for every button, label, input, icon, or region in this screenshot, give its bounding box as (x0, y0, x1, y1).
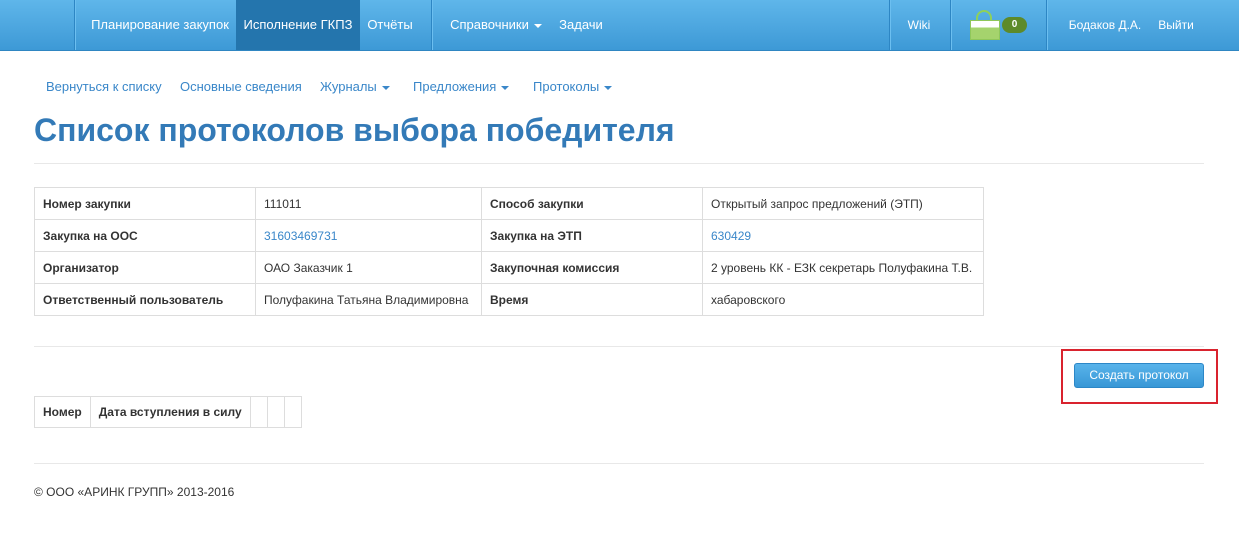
nav-divider (74, 0, 75, 50)
main-info-link[interactable]: Основные сведения (180, 79, 302, 94)
back-to-list-link[interactable]: Вернуться к списку (46, 79, 162, 94)
column-empty (283, 396, 302, 428)
chevron-down-icon (533, 23, 542, 28)
value-commission: 2 уровень КК - ЕЗК секретарь Полуфакина … (702, 251, 984, 284)
column-empty (266, 396, 285, 428)
basket-icon[interactable] (968, 10, 1002, 40)
label-etp-purchase: Закупка на ЭТП (481, 219, 703, 252)
label-organizer: Организатор (34, 251, 256, 284)
journals-label: Журналы (320, 79, 377, 94)
table-row: Организатор ОАО Заказчик 1 Закупочная ко… (34, 251, 984, 284)
basket-body (970, 20, 1000, 40)
footer-copyright: © ООО «АРИНК ГРУПП» 2013-2016 (34, 485, 235, 499)
protocols-label: Протоколы (533, 79, 600, 94)
offers-menu[interactable]: Предложения (413, 79, 510, 94)
column-empty (249, 396, 268, 428)
label-commission: Закупочная комиссия (481, 251, 703, 284)
value-purchase-method: Открытый запрос предложений (ЭТП) (702, 187, 984, 220)
value-purchase-number: 111011 (255, 187, 482, 220)
table-row: Номер закупки 111011 Способ закупки Откр… (34, 187, 984, 220)
nav-user[interactable]: Бодаков Д.А. (1058, 0, 1152, 50)
table-row: Закупка на ООС 31603469731 Закупка на ЭТ… (34, 219, 984, 252)
etp-purchase-link[interactable]: 630429 (711, 229, 751, 243)
footer-divider (34, 463, 1204, 464)
nav-divider (950, 0, 951, 50)
value-oos-purchase: 31603469731 (255, 219, 482, 252)
nav-divider (1046, 0, 1047, 50)
nav-planning[interactable]: Планирование закупок (84, 0, 236, 50)
value-time: хабаровского (702, 283, 984, 316)
purchase-info-table: Номер закупки 111011 Способ закупки Откр… (34, 187, 984, 316)
value-responsible-user: Полуфакина Татьяна Владимировна (255, 283, 482, 316)
create-protocol-button[interactable]: Создать протокол (1074, 363, 1204, 388)
nav-divider (889, 0, 890, 50)
column-effective-date: Дата вступления в силу (89, 396, 251, 428)
protocols-menu[interactable]: Протоколы (533, 79, 613, 94)
nav-logout[interactable]: Выйти (1152, 0, 1200, 50)
table-row: Ответственный пользователь Полуфакина Та… (34, 283, 984, 316)
column-number: Номер (34, 396, 91, 428)
nav-directories-label: Справочники (450, 17, 529, 32)
label-oos-purchase: Закупка на ООС (34, 219, 256, 252)
nav-directories[interactable]: Справочники (441, 0, 551, 50)
chevron-down-icon (501, 85, 510, 90)
value-organizer: ОАО Заказчик 1 (255, 251, 482, 284)
offers-label: Предложения (413, 79, 497, 94)
section-divider (34, 346, 1204, 347)
top-navbar: Планирование закупок Исполнение ГКПЗ Отч… (0, 0, 1239, 51)
basket-count-badge: 0 (1002, 17, 1027, 33)
nav-tasks[interactable]: Задачи (551, 0, 611, 50)
oos-purchase-link[interactable]: 31603469731 (264, 229, 337, 243)
chevron-down-icon (381, 85, 390, 90)
label-responsible-user: Ответственный пользователь (34, 283, 256, 316)
chevron-down-icon (604, 85, 613, 90)
page-title: Список протоколов выбора победителя (34, 112, 675, 148)
nav-divider (431, 0, 432, 50)
table-header-row: Номер Дата вступления в силу (34, 396, 302, 428)
nav-execution[interactable]: Исполнение ГКПЗ (236, 0, 360, 50)
nav-reports[interactable]: Отчёты (360, 0, 420, 50)
protocols-table: Номер Дата вступления в силу (34, 396, 302, 428)
label-purchase-number: Номер закупки (34, 187, 256, 220)
value-etp-purchase: 630429 (702, 219, 984, 252)
journals-menu[interactable]: Журналы (320, 79, 390, 94)
nav-wiki[interactable]: Wiki (897, 0, 941, 50)
title-divider (34, 163, 1204, 164)
label-time: Время (481, 283, 703, 316)
label-purchase-method: Способ закупки (481, 187, 703, 220)
